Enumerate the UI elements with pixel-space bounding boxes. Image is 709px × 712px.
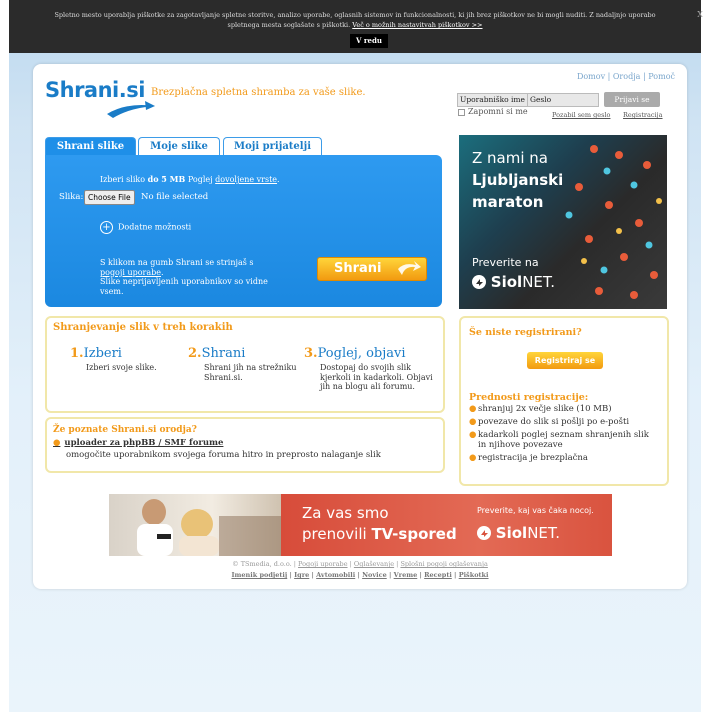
footer-link[interactable]: Novice [362, 571, 387, 579]
footer-link[interactable]: Piškotki [459, 571, 489, 579]
choose-file-button[interactable]: Choose File [84, 190, 135, 205]
terms-link[interactable]: pogoji uporabe [100, 268, 161, 277]
banner-line2: prenovili TV-spored [302, 525, 457, 543]
footer-link[interactable]: Imenik podjetij [231, 571, 287, 579]
save-label: Shrani [334, 261, 382, 276]
siol-arrow-icon [472, 275, 486, 289]
file-label: Slika: [59, 192, 84, 202]
toplink-tools[interactable]: Orodja [613, 72, 641, 81]
ad-right-line4: Preverite na [472, 256, 539, 269]
upload-panel: Izberi sliko do 5 MB Poglej dovoljene vr… [45, 155, 442, 307]
tab-my-friends[interactable]: Moji prijatelji [223, 137, 322, 155]
username-field[interactable]: Uporabniško ime [457, 93, 529, 107]
arrow-icon [398, 261, 421, 275]
register-button[interactable]: Registriraj se [527, 352, 603, 369]
advantages-list: ● shranjuj 2x večje slike (10 MB) ● poveza… [469, 404, 659, 466]
step-1: 1.Izberi Izberi svoje slike. [70, 346, 157, 372]
tools-desc: omogočite uporabnikom svojega foruma hit… [66, 450, 381, 460]
toplink-help[interactable]: Pomoč [648, 72, 675, 81]
banner-brand: SiolNET. [477, 524, 560, 542]
banner-line3: Preverite, kaj vas čaka nocoj. [477, 506, 594, 515]
login-button[interactable]: Prijavi se [604, 92, 660, 107]
register-box: Še niste registrirani? Registriraj se Pr… [459, 316, 669, 486]
list-item: ● kadarkoli poglej seznam shranjenih slik… [469, 430, 649, 450]
logo-text: Shrani.si [45, 78, 145, 102]
terms-text: S klikom na gumb Shrani se strinjaš s po… [100, 258, 268, 296]
tab-my-images[interactable]: Moje slike [138, 137, 220, 155]
top-links: Domov | Orodja | Pomoč [576, 72, 675, 81]
footer-link[interactable]: Pogoji uporabe [298, 560, 348, 568]
footer-link[interactable]: Vreme [394, 571, 418, 579]
logo[interactable]: Shrani.si [45, 78, 155, 118]
banner-text-area: Za vas smo prenovili TV-spored Preverite… [281, 494, 612, 556]
file-status: No file selected [141, 192, 209, 202]
footer-link[interactable]: Splošni pogoji oglaševanja [400, 560, 487, 568]
forgot-password-link[interactable]: Pozabil sem geslo [552, 111, 610, 119]
ad-right-brand: SiolNET. [472, 273, 555, 291]
list-item: ● shranjuj 2x večje slike (10 MB) [469, 404, 612, 414]
tagline: Brezplačna spletna shramba za vaše slike… [151, 87, 366, 98]
step-2: 2.Shrani Shrani jih na strežniku Shrani.… [188, 346, 297, 382]
banner-photo [109, 494, 281, 556]
ad-right-line2: Ljubljanski [472, 171, 564, 189]
tv-banner-ad[interactable]: Za vas smo prenovili TV-spored Preverite… [109, 494, 612, 556]
footer-link[interactable]: Recepti [424, 571, 452, 579]
list-item: ● povezave do slik si pošlji po e-pošti [469, 417, 630, 427]
toplink-home[interactable]: Domov [577, 72, 605, 81]
advantages-title: Prednosti registracije: [469, 392, 589, 403]
footer-link[interactable]: Igre [294, 571, 309, 579]
logo-swoosh-icon [107, 101, 155, 118]
cookie-text: Spletno mesto uporablja piškotke za zago… [54, 11, 656, 29]
banner-line1: Za vas smo [302, 504, 389, 522]
ad-right-line1: Z nami na [472, 149, 548, 167]
step-3: 3.Poglej, objavi Dostopaj do svojih slik… [304, 346, 433, 391]
steps-box: Shranjevanje slik v treh korakih 1.Izber… [45, 316, 445, 413]
plus-icon: + [100, 221, 113, 234]
tools-title: Že poznate Shrani.si orodja? [53, 425, 197, 435]
uploader-link[interactable]: ● uploader za phpBB / SMF forume [53, 438, 223, 448]
upload-hint: Izberi sliko do 5 MB Poglej dovoljene vr… [100, 174, 280, 184]
ad-right-line3: maraton [472, 193, 544, 211]
allowed-types-link[interactable]: dovoljene vrste [215, 175, 277, 184]
list-item: ● registracija je brezplačna [469, 453, 588, 463]
siol-arrow-icon [477, 526, 491, 540]
remember-me[interactable]: Zapomni si me [458, 107, 528, 116]
marathon-ad[interactable]: Z nami na Ljubljanski maraton Preverite … [459, 135, 667, 309]
footer-network: Imenik podjetij | Igre | Avtomobili | No… [231, 571, 489, 579]
cookie-close-icon[interactable]: X [697, 10, 703, 20]
register-link[interactable]: Registracija [623, 111, 663, 119]
cookie-ok-button[interactable]: V redu [350, 34, 388, 48]
password-field[interactable]: Geslo [527, 93, 599, 107]
cookie-more-link[interactable]: Več o možnih nastavitvah piškotkov >> [352, 21, 482, 29]
steps-title: Shranjevanje slik v treh korakih [53, 322, 233, 333]
remember-label: Zapomni si me [468, 107, 528, 116]
save-button[interactable]: Shrani [317, 257, 427, 281]
tab-upload[interactable]: Shrani slike [45, 137, 136, 157]
main-container: Shrani.si Brezplačna spletna shramba za … [33, 64, 687, 589]
remember-checkbox[interactable] [458, 108, 465, 116]
tools-box: Že poznate Shrani.si orodja? ● uploader z… [45, 417, 445, 473]
footer-legal: © TSmedia, d.o.o. | Pogoji uporabe | Ogl… [232, 560, 488, 568]
more-options[interactable]: + Dodatne možnosti [100, 221, 191, 234]
footer-link[interactable]: Avtomobili [316, 571, 355, 579]
register-title: Še niste registrirani? [469, 327, 582, 338]
cookie-banner: Spletno mesto uporablja piškotke za zago… [9, 0, 703, 53]
footer-link[interactable]: Oglaševanje [354, 560, 394, 568]
